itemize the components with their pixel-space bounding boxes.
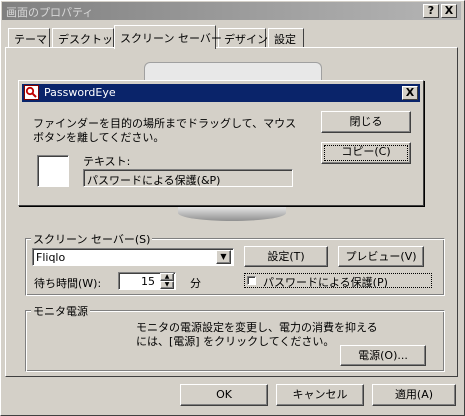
screensaver-selected-value: Fliqlo bbox=[36, 251, 66, 264]
cancel-button[interactable]: キャンセル bbox=[276, 384, 364, 406]
power-group-label: モニタ電源 bbox=[31, 303, 90, 319]
spinner-up-icon[interactable]: ▲ bbox=[160, 273, 174, 281]
monitor-stand bbox=[178, 205, 286, 221]
tab-desktop[interactable]: デスクトップ bbox=[52, 28, 124, 48]
popup-instruction-line2: ボタンを離してください。 bbox=[33, 131, 165, 144]
title-bar[interactable]: 画面のプロパティ ? X bbox=[2, 2, 461, 20]
passwordeye-dialog: PasswordEye X ファインダーを目的の場所までドラッグして、マウス ボ… bbox=[18, 80, 424, 206]
chevron-down-icon[interactable]: ▼ bbox=[216, 250, 231, 264]
wait-time-unit: 分 bbox=[190, 277, 201, 290]
popup-title: PasswordEye bbox=[44, 86, 116, 99]
tab-settings[interactable]: 設定 bbox=[268, 28, 304, 48]
close-button[interactable]: X bbox=[441, 4, 457, 18]
popup-text-label: テキスト: bbox=[83, 155, 131, 168]
wait-time-spinner[interactable]: 15 ▲ ▼ bbox=[118, 272, 176, 290]
screensaver-select[interactable]: Fliqlo ▼ bbox=[32, 248, 234, 266]
wait-time-label: 待ち時間(W): bbox=[34, 277, 102, 290]
power-button[interactable]: 電源(O)... bbox=[340, 345, 426, 366]
screensaver-settings-button[interactable]: 設定(T) bbox=[244, 246, 328, 267]
popup-copy-button[interactable]: コピー(C) bbox=[321, 142, 411, 164]
spinner-down-icon[interactable]: ▼ bbox=[160, 281, 174, 289]
password-protect-checkbox[interactable]: パスワードによる保護(P) bbox=[244, 273, 432, 289]
power-description-line2: には、[電源] をクリックしてください。 bbox=[136, 335, 335, 348]
tab-theme[interactable]: テーマ bbox=[8, 28, 50, 48]
popup-title-bar[interactable]: PasswordEye X bbox=[22, 84, 420, 102]
ok-button[interactable]: OK bbox=[180, 384, 268, 406]
help-button[interactable]: ? bbox=[423, 4, 439, 18]
popup-text-value: パスワードによる保護(&P) bbox=[87, 174, 221, 187]
password-checkbox-label: パスワードによる保護(P) bbox=[263, 276, 388, 289]
apply-button[interactable]: 適用(A) bbox=[372, 384, 456, 406]
passwordeye-app-icon bbox=[24, 85, 39, 100]
tab-screensaver[interactable]: スクリーン セーバー bbox=[114, 25, 222, 49]
preview-button[interactable]: プレビュー(V) bbox=[338, 246, 424, 267]
wait-time-value: 15 bbox=[141, 275, 155, 288]
popup-close-icon[interactable]: X bbox=[402, 86, 418, 100]
screensaver-group-label: スクリーン セーバー(S) bbox=[31, 231, 153, 247]
tab-design[interactable]: デザイン bbox=[218, 28, 268, 48]
popup-close-button[interactable]: 閉じる bbox=[321, 111, 411, 133]
popup-text-field[interactable]: パスワードによる保護(&P) bbox=[83, 169, 293, 187]
password-checkbox-box[interactable] bbox=[247, 276, 256, 285]
finder-target-icon[interactable] bbox=[37, 155, 69, 187]
window-title: 画面のプロパティ bbox=[6, 6, 94, 19]
